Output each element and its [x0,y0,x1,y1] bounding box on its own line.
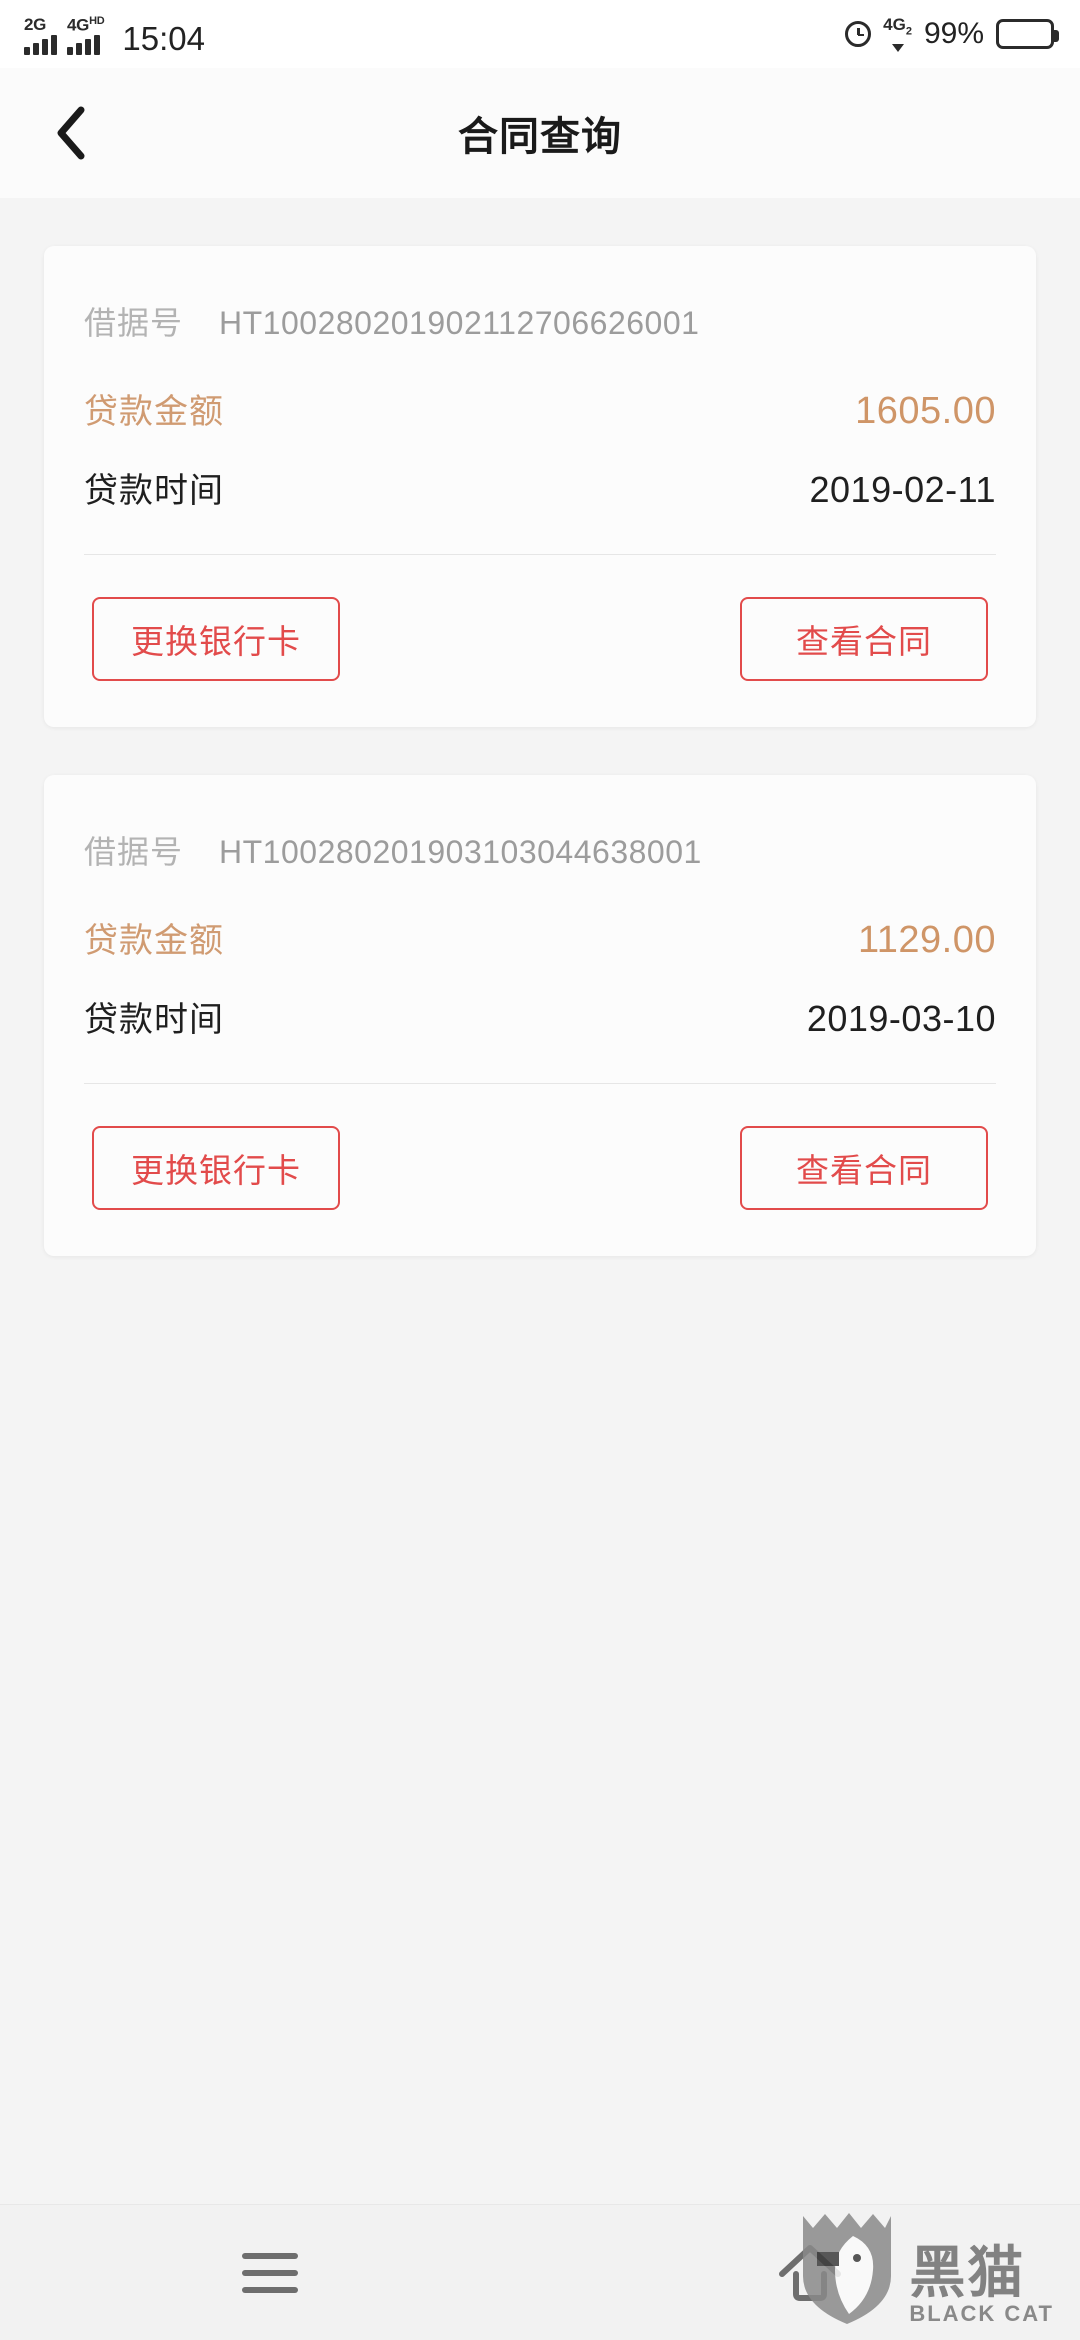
view-contract-button[interactable]: 查看合同 [740,1126,988,1210]
data-arrow-icon [891,43,904,52]
chevron-left-icon [57,106,85,160]
sim1-signal: 2G [24,15,57,56]
loan-amount-row: 贷款金额 1129.00 [84,913,996,962]
loan-number-row: 借据号 HT100280201903103044638001 [84,827,996,873]
menu-nav-button[interactable] [0,2252,540,2293]
page-title: 合同查询 [458,115,622,159]
status-bar-clock: 15:04 [122,20,205,58]
loan-date-label: 贷款时间 [84,1001,224,1039]
loan-date-row: 贷款时间 2019-03-10 [84,992,996,1041]
contract-list: 借据号 HT100280201902112706626001 贷款金额 1605… [0,246,1080,1256]
loan-amount-value: 1605.00 [855,390,996,432]
view-contract-button[interactable]: 查看合同 [740,597,988,681]
card-divider [84,1083,996,1084]
change-bank-card-button[interactable]: 更换银行卡 [92,597,340,681]
status-bar-right: 4G2 99% [845,15,1059,52]
page-header: 合同查询 [0,68,1080,198]
back-button[interactable] [44,106,98,160]
mobile-data-indicator: 4G2 [883,15,912,52]
contract-card: 借据号 HT100280201903103044638001 贷款金额 1129… [44,775,1036,1256]
contract-card: 借据号 HT100280201902112706626001 贷款金额 1605… [44,246,1036,727]
loan-number-row: 借据号 HT100280201902112706626001 [84,298,996,344]
alarm-clock-icon [845,20,872,47]
sim2-network-label: 4GHD [67,14,105,35]
sim1-signal-bars-icon [24,35,57,56]
phone-screen: 2G 4GHD 15:04 4G2 99% 合同查询 借据号 HT1002802… [0,0,1080,2340]
loan-amount-label: 贷款金额 [84,393,224,431]
status-bar-left: 2G 4GHD 15:04 [24,13,205,56]
network-type-label: 4G2 [883,15,912,38]
loan-number-label: 借据号 [84,834,184,870]
watermark-en-text: BLACK CAT [909,2301,1054,2326]
sim2-signal: 4GHD [67,13,105,56]
loan-number-value: HT100280201902112706626001 [219,305,700,341]
loan-number-label: 借据号 [84,305,184,341]
black-cat-watermark: 黑猫 BLACK CAT [799,2210,1054,2326]
sim2-signal-bars-icon [67,35,100,56]
loan-date-value: 2019-02-11 [809,469,996,510]
watermark-cn-text: 黑猫 [909,2241,1026,2304]
status-bar: 2G 4GHD 15:04 4G2 99% [0,0,1080,68]
card-actions: 更换银行卡 查看合同 [84,1126,996,1210]
card-actions: 更换银行卡 查看合同 [84,597,996,681]
loan-amount-label: 贷款金额 [84,922,224,960]
card-divider [84,554,996,555]
black-cat-shield-icon [799,2210,895,2326]
loan-date-label: 贷款时间 [84,472,224,510]
black-cat-wordmark: 黑猫 BLACK CAT [909,2244,1054,2326]
battery-percent-label: 99% [923,16,984,50]
battery-icon [996,18,1059,49]
loan-date-row: 贷款时间 2019-02-11 [84,463,996,512]
sim1-network-label: 2G [24,15,47,35]
change-bank-card-button[interactable]: 更换银行卡 [92,1126,340,1210]
loan-amount-value: 1129.00 [857,919,996,961]
loan-amount-row: 贷款金额 1605.00 [84,384,996,433]
loan-date-value: 2019-03-10 [806,998,996,1039]
hamburger-menu-icon [242,2252,298,2293]
loan-number-value: HT100280201903103044638001 [219,834,702,870]
system-navigation-bar: 黑猫 BLACK CAT [0,2204,1080,2340]
